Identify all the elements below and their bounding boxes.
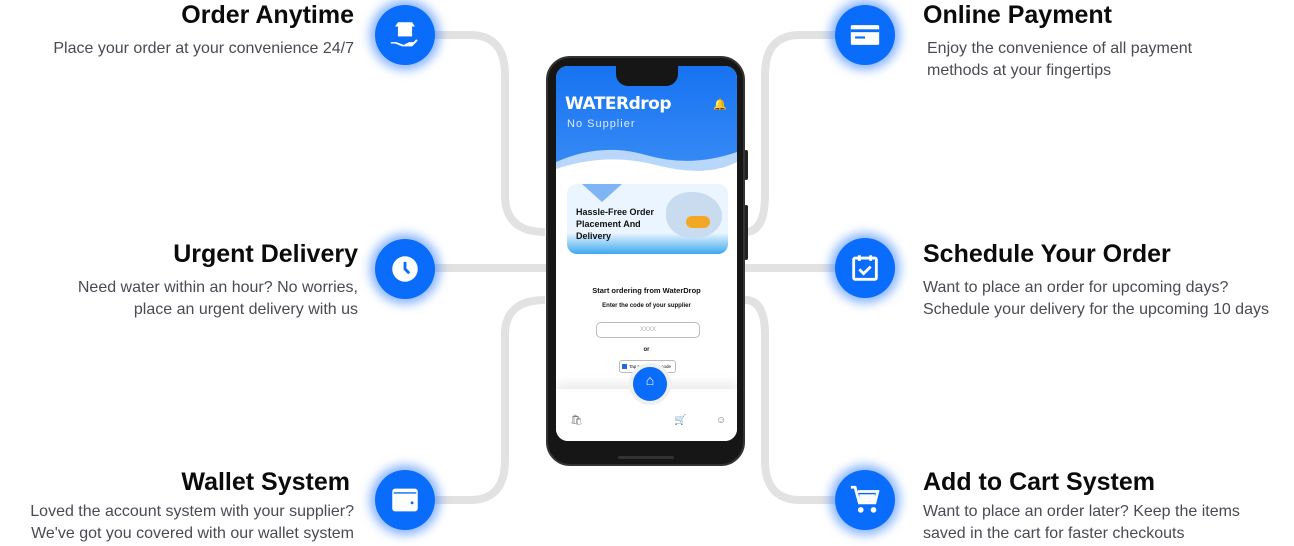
feature-desc: Need water within an hour? No worries, p…	[77, 279, 358, 318]
feature-urgent-delivery: Urgent Delivery Need water within an hou…	[0, 239, 358, 321]
beanbag-illustration	[686, 216, 710, 228]
credit-card-icon	[835, 5, 895, 65]
feature-desc: Want to place an order later? Keep the i…	[923, 503, 1240, 542]
wallet-icon	[375, 470, 435, 530]
bell-icon[interactable]: 🔔	[713, 98, 727, 111]
feature-title: Order Anytime	[181, 1, 354, 29]
qr-icon	[622, 364, 627, 369]
bottom-nav: ⌂ 🛍 🛒 ☺	[556, 363, 737, 441]
feature-add-to-cart: Add to Cart System Want to place an orde…	[923, 467, 1283, 545]
feature-order-anytime: Order Anytime Place your order at your c…	[0, 0, 354, 60]
or-divider: or	[643, 347, 650, 353]
box-in-hand-icon	[375, 5, 435, 65]
bag-icon[interactable]: 🛍	[570, 415, 583, 426]
supplier-code-input[interactable]: XXXX	[596, 322, 700, 338]
promo-banner[interactable]: Hassle-Free Order Placement And Delivery	[567, 184, 728, 254]
feature-desc: Want to place an order for upcoming days…	[923, 279, 1269, 318]
calendar-check-icon	[835, 238, 895, 298]
app-screen: WATERdrop No Supplier 🔔 Hassle-Free Orde…	[556, 66, 737, 441]
feature-title: Wallet System	[181, 468, 350, 496]
camera-notch	[616, 66, 678, 86]
profile-icon[interactable]: ☺	[716, 415, 726, 426]
phone-mockup: WATERdrop No Supplier 🔔 Hassle-Free Orde…	[546, 56, 745, 466]
code-prompt: Enter the code of your supplier	[602, 303, 691, 309]
feature-desc: Loved the account system with your suppl…	[30, 503, 354, 542]
feature-title: Online Payment	[923, 1, 1112, 29]
banner-illustration	[666, 192, 722, 238]
feature-title: Urgent Delivery	[173, 240, 358, 268]
app-logo: WATERdrop	[565, 94, 672, 114]
feature-schedule-order: Schedule Your Order Want to place an ord…	[923, 239, 1294, 321]
clock-icon	[375, 239, 435, 299]
feature-desc: Place your order at your convenience 24/…	[53, 40, 354, 57]
cart-nav-icon[interactable]: 🛒	[674, 415, 686, 426]
feature-title: Schedule Your Order	[923, 240, 1171, 268]
home-icon[interactable]: ⌂	[629, 363, 671, 405]
feature-title: Add to Cart System	[923, 468, 1155, 496]
start-heading: Start ordering from WaterDrop	[592, 286, 701, 295]
feature-wallet-system: Wallet System Loved the account system w…	[0, 467, 354, 545]
feature-online-payment: Online Payment Enjoy the convenience of …	[923, 0, 1283, 82]
cart-icon	[835, 470, 895, 530]
speaker-grille	[618, 456, 674, 459]
banner-text: Hassle-Free Order Placement And Delivery	[576, 207, 655, 241]
feature-desc: Enjoy the convenience of all payment met…	[927, 40, 1193, 79]
supplier-status: No Supplier	[567, 118, 636, 130]
